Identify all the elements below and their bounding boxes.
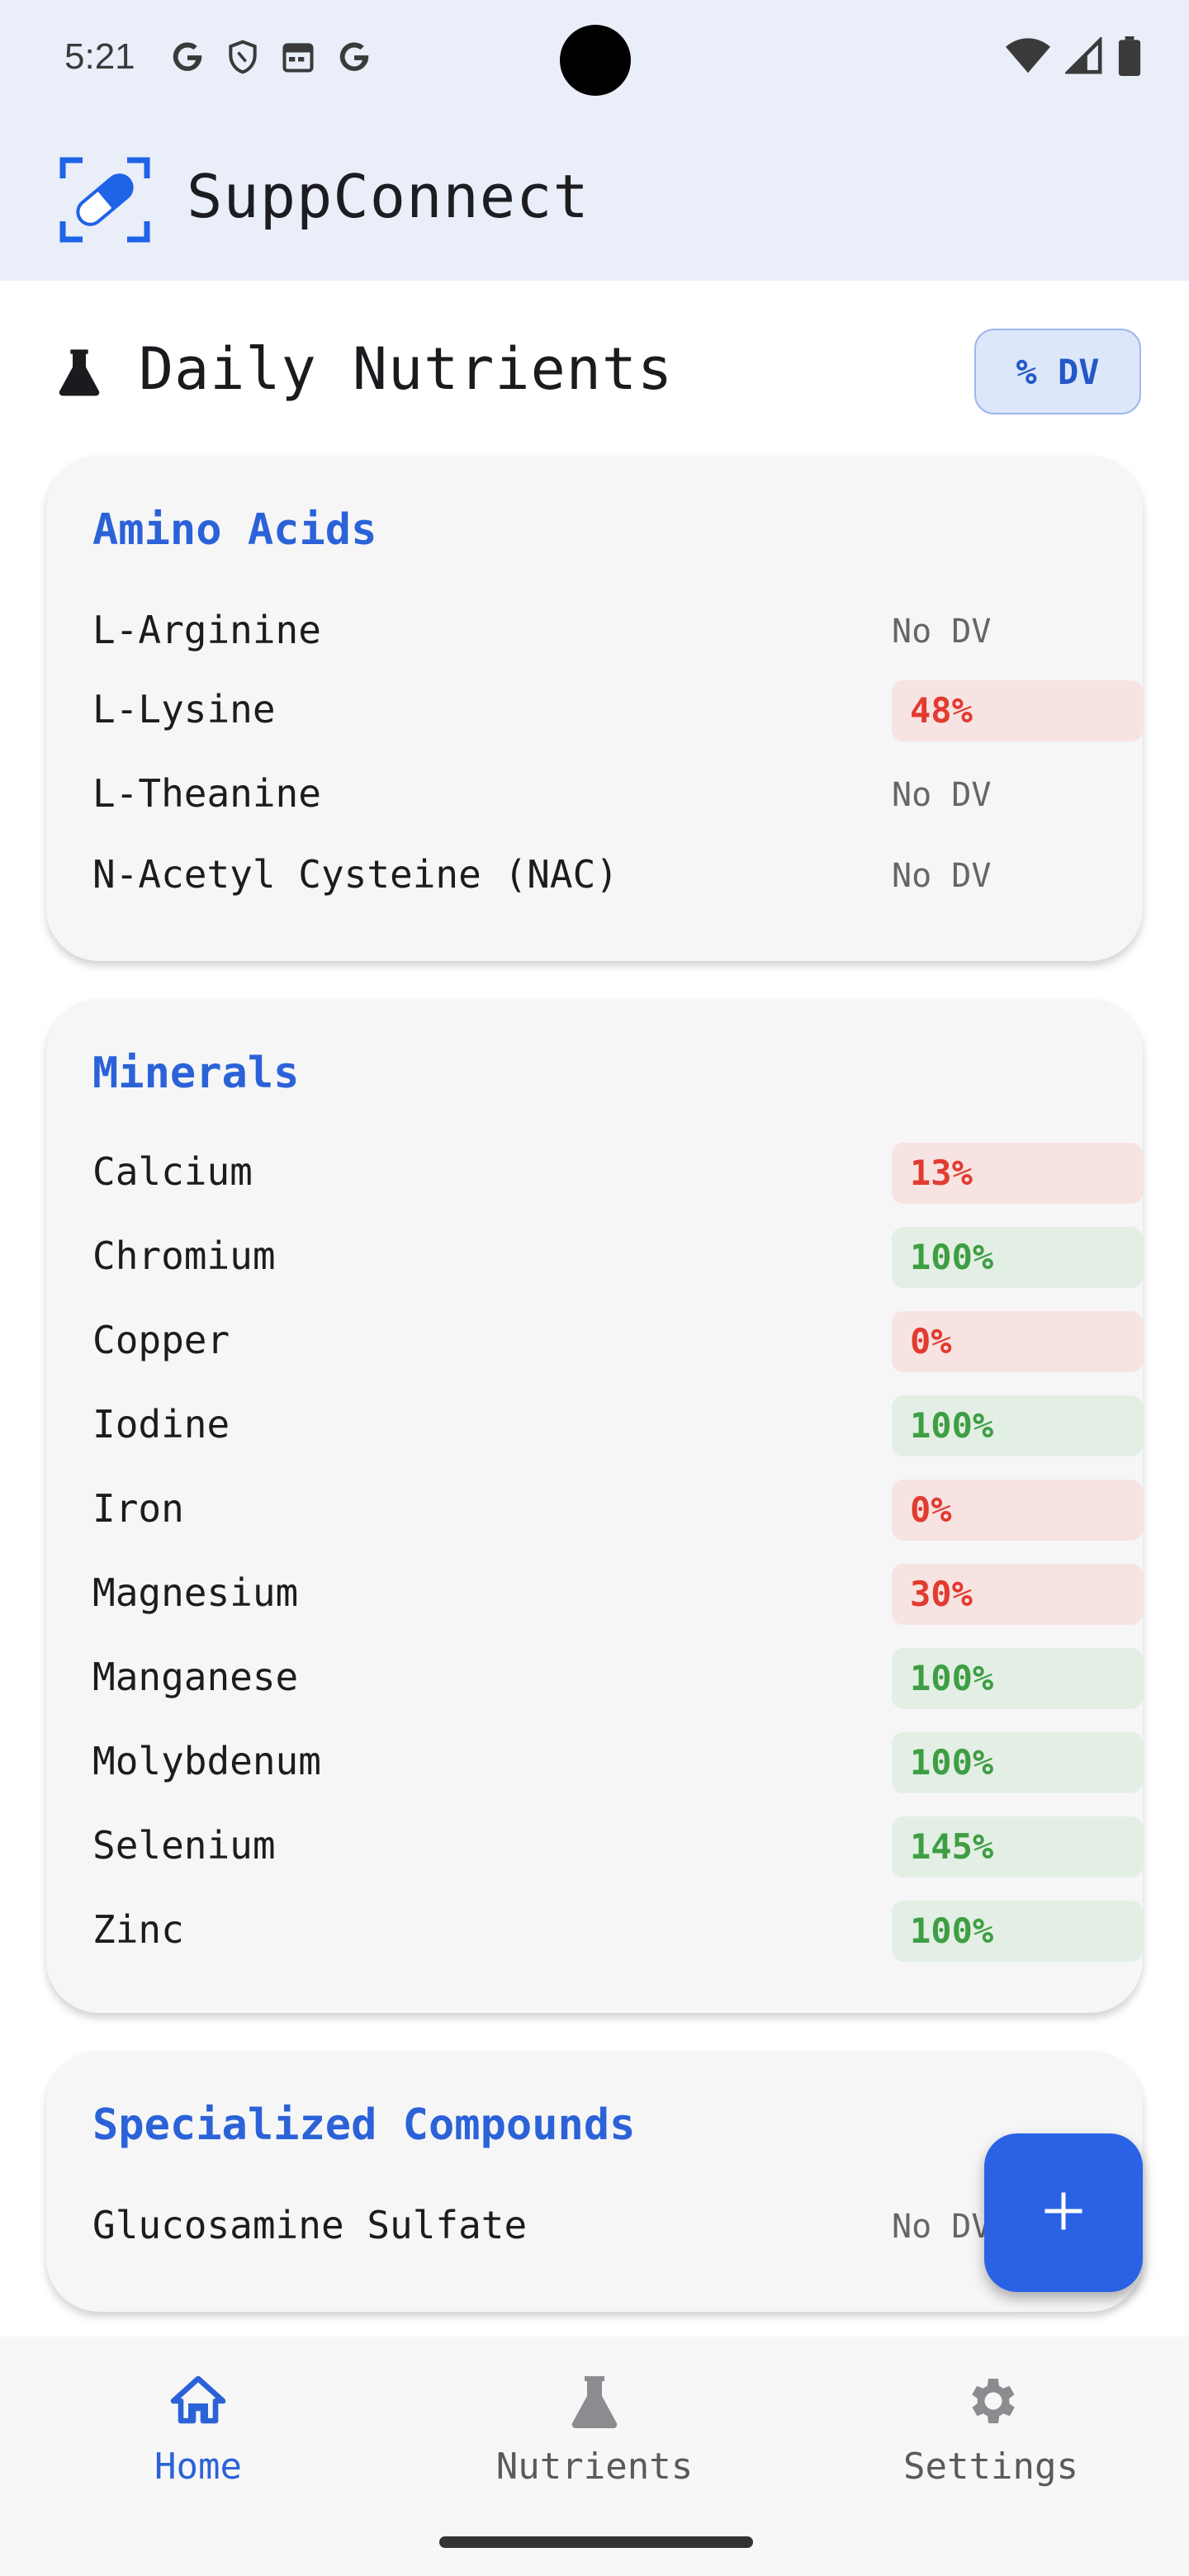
nutrient-name: Chromium — [92, 1234, 276, 1278]
nav-item-home[interactable]: Home — [74, 2371, 322, 2488]
nutrient-name: Glucosamine Sulfate — [92, 2203, 528, 2247]
calendar-icon — [279, 39, 317, 78]
nutrient-row[interactable]: L-Lysine 48% — [92, 680, 1143, 743]
flask-icon — [565, 2376, 624, 2434]
nutrient-row[interactable]: Magnesium 30% — [92, 1564, 1143, 1627]
nutrient-row[interactable]: Calcium 13% — [92, 1143, 1143, 1205]
shield-icon — [225, 38, 261, 79]
dv-badge: No DV — [892, 857, 992, 895]
status-time: 5:21 — [64, 36, 135, 77]
nutrient-row[interactable]: Chromium 100% — [92, 1227, 1143, 1290]
dv-badge: 48% — [892, 680, 1143, 741]
section-title: Specialized Compounds — [92, 2100, 636, 2150]
status-notification-icons — [168, 38, 373, 79]
section-card-amino-acids: Amino Acids L-Arginine No DV L-Lysine 48… — [46, 456, 1143, 961]
dv-badge: 13% — [892, 1143, 1143, 1204]
nutrient-name: Calcium — [92, 1149, 253, 1194]
section-card-minerals: Minerals Calcium 13% Chromium 100% Coppe… — [46, 999, 1143, 2013]
google-icon — [168, 38, 206, 79]
dv-badge: 0% — [892, 1480, 1143, 1541]
nutrient-name: Iron — [92, 1486, 184, 1531]
dv-badge: 100% — [892, 1227, 1143, 1288]
plus-icon — [1039, 2186, 1088, 2239]
nav-label: Nutrients — [495, 2446, 694, 2488]
dv-badge: 145% — [892, 1816, 1143, 1878]
nutrient-row[interactable]: Iodine 100% — [92, 1395, 1143, 1458]
nutrient-name: Manganese — [92, 1655, 299, 1699]
battery-icon — [1118, 36, 1141, 79]
nutrient-row[interactable]: Copper 0% — [92, 1311, 1143, 1374]
section-card-specialized-compounds: Specialized Compounds Glucosamine Sulfat… — [46, 2051, 1143, 2312]
nutrient-name: Zinc — [92, 1907, 184, 1952]
section-title: Amino Acids — [92, 505, 377, 555]
wifi-icon — [1006, 37, 1050, 78]
nutrient-name: Selenium — [92, 1823, 276, 1868]
nutrient-name: L-Lysine — [92, 687, 276, 732]
top-app-bar: 5:21 SuppConnect — [0, 0, 1189, 281]
dv-badge: No DV — [892, 776, 992, 814]
nav-item-nutrients[interactable]: Nutrients — [471, 2371, 718, 2488]
app-logo-capsule-icon — [59, 157, 150, 243]
nutrient-name: L-Arginine — [92, 608, 321, 652]
nutrient-row[interactable]: Manganese 100% — [92, 1648, 1143, 1711]
nutrient-row[interactable]: L-Theanine No DV — [92, 765, 1143, 827]
signal-icon — [1063, 36, 1103, 78]
section-title: Minerals — [92, 1049, 300, 1098]
dv-badge: No DV — [892, 613, 992, 651]
nutrient-row[interactable]: Zinc 100% — [92, 1901, 1143, 1963]
dv-badge: 100% — [892, 1395, 1143, 1456]
add-supplement-fab[interactable] — [984, 2133, 1143, 2292]
page-title: Daily Nutrients — [139, 335, 674, 403]
nutrient-name: L-Theanine — [92, 771, 321, 816]
home-icon — [168, 2375, 228, 2434]
nutrient-row[interactable]: N-Acetyl Cysteine (NAC) No DV — [92, 845, 1143, 908]
nutrient-name: Copper — [92, 1318, 230, 1362]
percent-dv-toggle-button[interactable]: % DV — [974, 329, 1141, 414]
dv-badge: 100% — [892, 1901, 1143, 1962]
nutrient-name: N-Acetyl Cysteine (NAC) — [92, 852, 618, 897]
gear-icon — [961, 2379, 1021, 2434]
nutrient-name: Magnesium — [92, 1570, 299, 1615]
dv-badge: 100% — [892, 1732, 1143, 1793]
nutrient-row[interactable]: Molybdenum 100% — [92, 1732, 1143, 1795]
dv-badge: 100% — [892, 1648, 1143, 1709]
app-title: SuppConnect — [187, 162, 590, 231]
dv-badge: 0% — [892, 1311, 1143, 1372]
nutrient-row[interactable]: L-Arginine No DV — [92, 601, 1143, 664]
nutrient-name: Iodine — [92, 1402, 230, 1447]
camera-cutout — [560, 25, 631, 96]
google-icon — [335, 38, 373, 79]
nutrient-row[interactable]: Selenium 145% — [92, 1816, 1143, 1879]
flask-icon — [53, 345, 106, 398]
nutrient-row[interactable]: Iron 0% — [92, 1480, 1143, 1542]
status-system-icons — [1006, 36, 1141, 79]
nav-label: Home — [154, 2446, 242, 2488]
gesture-home-indicator[interactable] — [439, 2536, 753, 2548]
nav-label: Settings — [903, 2446, 1078, 2488]
dv-badge: 30% — [892, 1564, 1143, 1625]
nav-item-settings[interactable]: Settings — [867, 2371, 1115, 2488]
nutrient-name: Molybdenum — [92, 1739, 321, 1783]
